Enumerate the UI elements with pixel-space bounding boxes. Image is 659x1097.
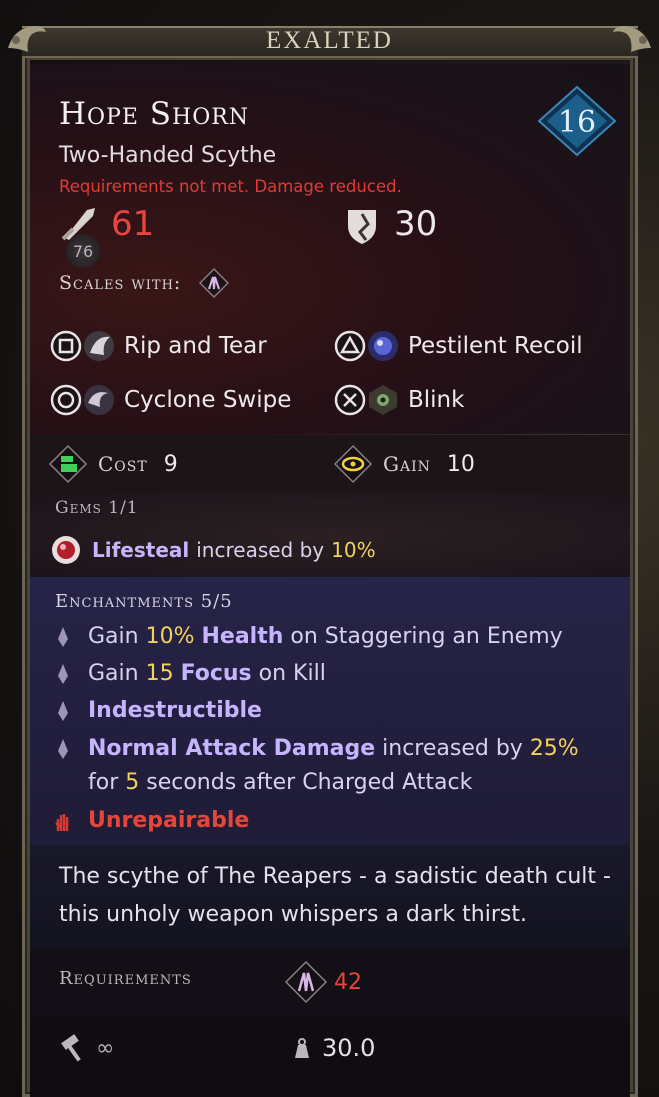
gem-stat: Lifesteal: [92, 538, 190, 562]
cost-value: 9: [163, 451, 178, 477]
gem-value: 10%: [331, 538, 376, 562]
cost-icon: [48, 444, 88, 484]
enchant-bullet-icon: [58, 663, 68, 684]
cyclone-swipe-icon: [84, 385, 114, 415]
faith-hands-icon[interactable]: [199, 268, 230, 298]
ability-square[interactable]: Rip and Tear: [50, 324, 267, 368]
enchant-bullet-icon: [58, 700, 68, 721]
triangle-button-icon: [334, 330, 366, 362]
durability: ∞: [58, 1030, 114, 1066]
shield-icon: [348, 210, 376, 244]
enchantment-line-continued: for 5 seconds after Charged Attack: [88, 770, 473, 795]
circle-button-icon: [50, 384, 82, 416]
enchantment-line: Indestructible: [52, 698, 262, 723]
blink-icon: [369, 385, 397, 415]
ability-name: Rip and Tear: [124, 333, 267, 359]
item-level-badge: 16: [537, 85, 617, 157]
base-damage-badge: 76: [66, 234, 100, 268]
red-hand-icon: [55, 813, 69, 831]
enchant-bullet-icon: [58, 626, 68, 647]
pestilent-recoil-icon: [368, 331, 398, 361]
enchantments-title: Enchantments 5/5: [55, 591, 233, 612]
weight: 30.0: [290, 1030, 375, 1066]
ability-triangle[interactable]: Pestilent Recoil: [334, 324, 583, 368]
ability-name: Cyclone Swipe: [124, 387, 292, 413]
ability-circle[interactable]: Cyclone Swipe: [50, 378, 291, 422]
scales-with: Scales with:: [59, 266, 230, 300]
requirements-label: Requirements: [59, 968, 192, 989]
level-diamond-icon: 16: [537, 85, 617, 157]
item-level: 16: [558, 105, 596, 140]
enchant-bullet-icon: [58, 738, 68, 759]
item-description: The scythe of The Reapers - a sadistic d…: [59, 864, 611, 927]
square-button-icon: [50, 330, 82, 362]
gain-icon: [333, 444, 373, 484]
cost-label: Cost: [98, 452, 148, 476]
cross-button-icon: [334, 384, 366, 416]
gain-value: 10: [446, 451, 475, 477]
durability-value: ∞: [96, 1035, 115, 1061]
requirement-faith: 42: [284, 960, 362, 1004]
requirement-value: 42: [334, 969, 362, 995]
cost-stat: Cost 9: [48, 442, 178, 486]
requirements-warning: Requirements not met. Damage reduced.: [59, 177, 402, 196]
damage-value: 61: [111, 204, 155, 244]
item-name: Hope Shorn: [59, 96, 250, 132]
enchantment-line: Unrepairable: [52, 808, 249, 833]
enchantment-line: Normal Attack Damage increased by 25%: [52, 736, 579, 761]
gain-stat: Gain 10: [333, 442, 475, 486]
defense-stat: 30: [340, 200, 437, 248]
enchantment-line: Gain 15 Focus on Kill: [52, 661, 326, 686]
weight-icon: [295, 1038, 309, 1058]
item-type: Two-Handed Scythe: [59, 143, 277, 168]
gain-label: Gain: [383, 452, 431, 476]
gem-effect[interactable]: Lifesteal increased by 10%: [48, 532, 376, 568]
defense-value: 30: [394, 204, 438, 244]
gems-title: Gems 1/1: [55, 498, 139, 518]
lifesteal-gem-icon: [52, 536, 80, 564]
ability-name: Blink: [408, 387, 465, 413]
tier-label: EXALTED: [266, 27, 393, 54]
faith-hands-icon: [284, 960, 328, 1004]
hammer-icon: [61, 1034, 81, 1062]
weight-value: 30.0: [322, 1034, 376, 1062]
gem-text: increased by: [196, 538, 325, 562]
ability-name: Pestilent Recoil: [408, 333, 583, 359]
rip-and-tear-icon: [84, 331, 114, 361]
ability-cross[interactable]: Blink: [334, 378, 464, 422]
scales-with-label: Scales with:: [59, 272, 182, 294]
enchantment-line: Gain 10% Health on Staggering an Enemy: [52, 624, 563, 649]
